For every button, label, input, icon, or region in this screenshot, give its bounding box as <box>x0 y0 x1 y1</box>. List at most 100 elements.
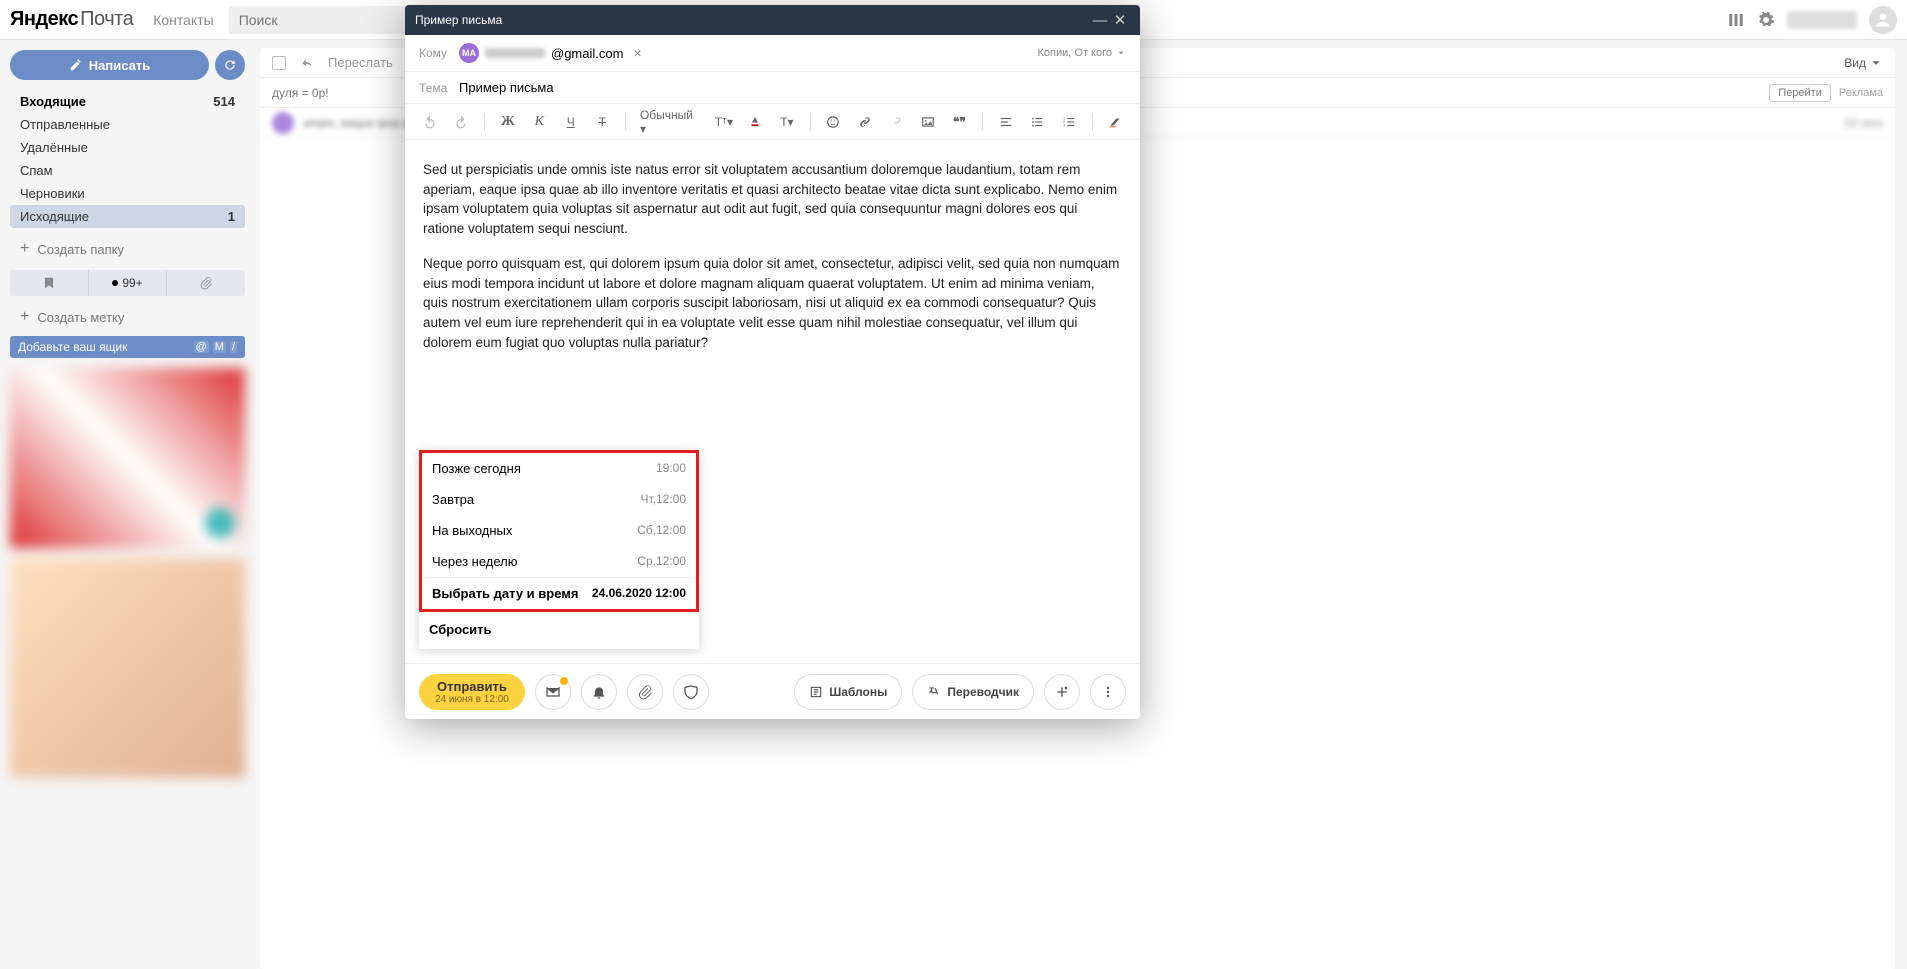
editor-toolbar: Ж К Ч Т Обычный ▾ TT▾ T▾ ❝❞ 123 <box>405 104 1140 140</box>
logo-mail: Почта <box>80 8 133 31</box>
schedule-option-later-today[interactable]: Позже сегодня 19:00 <box>422 453 696 484</box>
folder-drafts[interactable]: Черновики <box>10 182 245 205</box>
schedule-button[interactable] <box>535 674 571 710</box>
style-select[interactable]: Обычный ▾ <box>636 108 705 136</box>
unread-count: 99+ <box>122 276 142 290</box>
send-label: Отправить <box>435 679 509 694</box>
attach-button[interactable] <box>627 674 663 710</box>
attach-filter[interactable] <box>166 270 245 296</box>
schedule-popup: Позже сегодня 19:00 ЗавтраЧт,12:00 На вых… <box>419 450 699 649</box>
schedule-option-weekend[interactable]: На выходных Сб,12:00 <box>422 515 696 546</box>
folder-label: Черновики <box>20 186 85 201</box>
image-icon[interactable] <box>915 109 941 135</box>
schedule-label: Завтра <box>432 492 474 507</box>
schedule-time: Ср,12:00 <box>637 554 686 569</box>
create-folder-label: Создать папку <box>37 242 124 257</box>
undo-icon[interactable] <box>417 109 443 135</box>
promo-text: дуля = 0р! <box>272 86 329 100</box>
promo-ad-label: Реклама <box>1839 87 1883 99</box>
create-folder-button[interactable]: +Создать папку <box>10 236 245 262</box>
recipient-avatar: MA <box>459 43 479 63</box>
account-name-blur <box>1787 11 1857 29</box>
unlink-icon[interactable] <box>884 109 910 135</box>
folder-trash[interactable]: Удалённые <box>10 136 245 159</box>
logo[interactable]: Яндекс Почта <box>10 8 133 31</box>
schedule-label: Позже сегодня <box>432 461 521 476</box>
redo-icon[interactable] <box>449 109 475 135</box>
align-icon[interactable] <box>993 109 1019 135</box>
contacts-link[interactable]: Контакты <box>153 12 213 28</box>
close-icon[interactable]: ✕ <box>1110 10 1130 30</box>
underline-icon[interactable]: Ч <box>558 109 584 135</box>
folder-label: Входящие <box>20 94 86 109</box>
promo-go-button[interactable]: Перейти <box>1769 84 1831 102</box>
schedule-reset[interactable]: Сбросить <box>419 612 699 649</box>
schedule-label: Через неделю <box>432 554 517 569</box>
subject-value[interactable]: Пример письма <box>459 80 554 95</box>
translator-button[interactable]: Переводчик <box>912 674 1034 710</box>
editor-body[interactable]: Sed ut perspiciatis unde omnis iste natu… <box>405 140 1140 440</box>
schedule-option-tomorrow[interactable]: ЗавтраЧт,12:00 <box>422 484 696 515</box>
modal-title: Пример письма <box>415 13 502 27</box>
forward-label[interactable]: Переслать <box>328 55 393 70</box>
apps-icon[interactable] <box>1727 11 1745 29</box>
folder-label: Отправленные <box>20 117 110 132</box>
cc-toggle[interactable]: Копии, От кого <box>1038 47 1126 59</box>
sidebar-ads <box>10 368 245 778</box>
folder-label: Исходящие <box>20 209 89 224</box>
create-label-button[interactable]: +Создать метку <box>10 304 245 330</box>
logo-yandex: Яндекс <box>10 8 78 31</box>
quote-icon[interactable]: ❝❞ <box>947 109 973 135</box>
to-label: Кому <box>419 46 459 60</box>
recipient-chip[interactable]: MA @gmail.com × <box>459 43 642 63</box>
ul-icon[interactable] <box>1025 109 1051 135</box>
schedule-label: Выбрать дату и время <box>432 586 578 601</box>
strike-icon[interactable]: Т <box>589 109 615 135</box>
italic-icon[interactable]: К <box>526 109 552 135</box>
bg-color-icon[interactable]: T▾ <box>774 109 800 135</box>
svg-text:3: 3 <box>1063 123 1065 127</box>
remove-recipient-icon[interactable]: × <box>633 45 641 61</box>
add-tool-button[interactable] <box>1044 674 1080 710</box>
folder-outgoing[interactable]: Исходящие1 <box>10 205 245 228</box>
clear-format-icon[interactable] <box>1103 109 1129 135</box>
link-icon[interactable] <box>852 109 878 135</box>
schedule-time: 24.06.2020 12:00 <box>592 586 686 601</box>
schedule-time: 19:00 <box>656 461 686 476</box>
schedule-option-next-week[interactable]: Через неделю Ср,12:00 <box>422 546 696 577</box>
send-button[interactable]: Отправить 24 июня в 12:00 <box>419 674 525 710</box>
schedule-label: На выходных <box>432 523 512 538</box>
select-all-checkbox[interactable] <box>272 56 286 70</box>
translator-label: Переводчик <box>947 685 1019 699</box>
send-sublabel: 24 июня в 12:00 <box>435 694 509 705</box>
unread-filter[interactable]: 99+ <box>88 270 167 296</box>
folder-sent[interactable]: Отправленные <box>10 113 245 136</box>
folder-inbox[interactable]: Входящие 514 <box>10 90 245 113</box>
account-avatar[interactable] <box>1869 6 1897 34</box>
label-button[interactable] <box>673 674 709 710</box>
plus-icon: + <box>20 308 29 326</box>
view-toggle[interactable]: Вид <box>1844 56 1883 70</box>
compose-button[interactable]: Написать <box>10 50 209 80</box>
font-size-icon[interactable]: TT▾ <box>711 109 737 135</box>
add-mailbox-button[interactable]: Добавьте ваш ящик @M/ <box>10 336 245 358</box>
more-button[interactable] <box>1090 674 1126 710</box>
refresh-button[interactable] <box>215 50 245 80</box>
minimize-icon[interactable]: — <box>1090 10 1110 30</box>
schedule-pick-datetime[interactable]: Выбрать дату и время 24.06.2020 12:00 <box>422 577 696 609</box>
recipient-suffix: @gmail.com <box>551 46 623 61</box>
reminder-button[interactable] <box>581 674 617 710</box>
bold-icon[interactable]: Ж <box>495 109 521 135</box>
folder-spam[interactable]: Спам <box>10 159 245 182</box>
subject-label: Тема <box>419 81 459 95</box>
settings-icon[interactable] <box>1757 11 1775 29</box>
ol-icon[interactable]: 123 <box>1056 109 1082 135</box>
flag-filter[interactable] <box>10 270 88 296</box>
folder-count: 514 <box>213 94 235 109</box>
schedule-time: Сб,12:00 <box>637 523 686 538</box>
view-label: Вид <box>1844 56 1866 70</box>
emoji-icon[interactable] <box>821 109 847 135</box>
font-color-icon[interactable] <box>743 109 769 135</box>
templates-button[interactable]: Шаблоны <box>794 674 902 710</box>
folder-list: Входящие514 Отправленные Удалённые Спам … <box>10 90 245 228</box>
